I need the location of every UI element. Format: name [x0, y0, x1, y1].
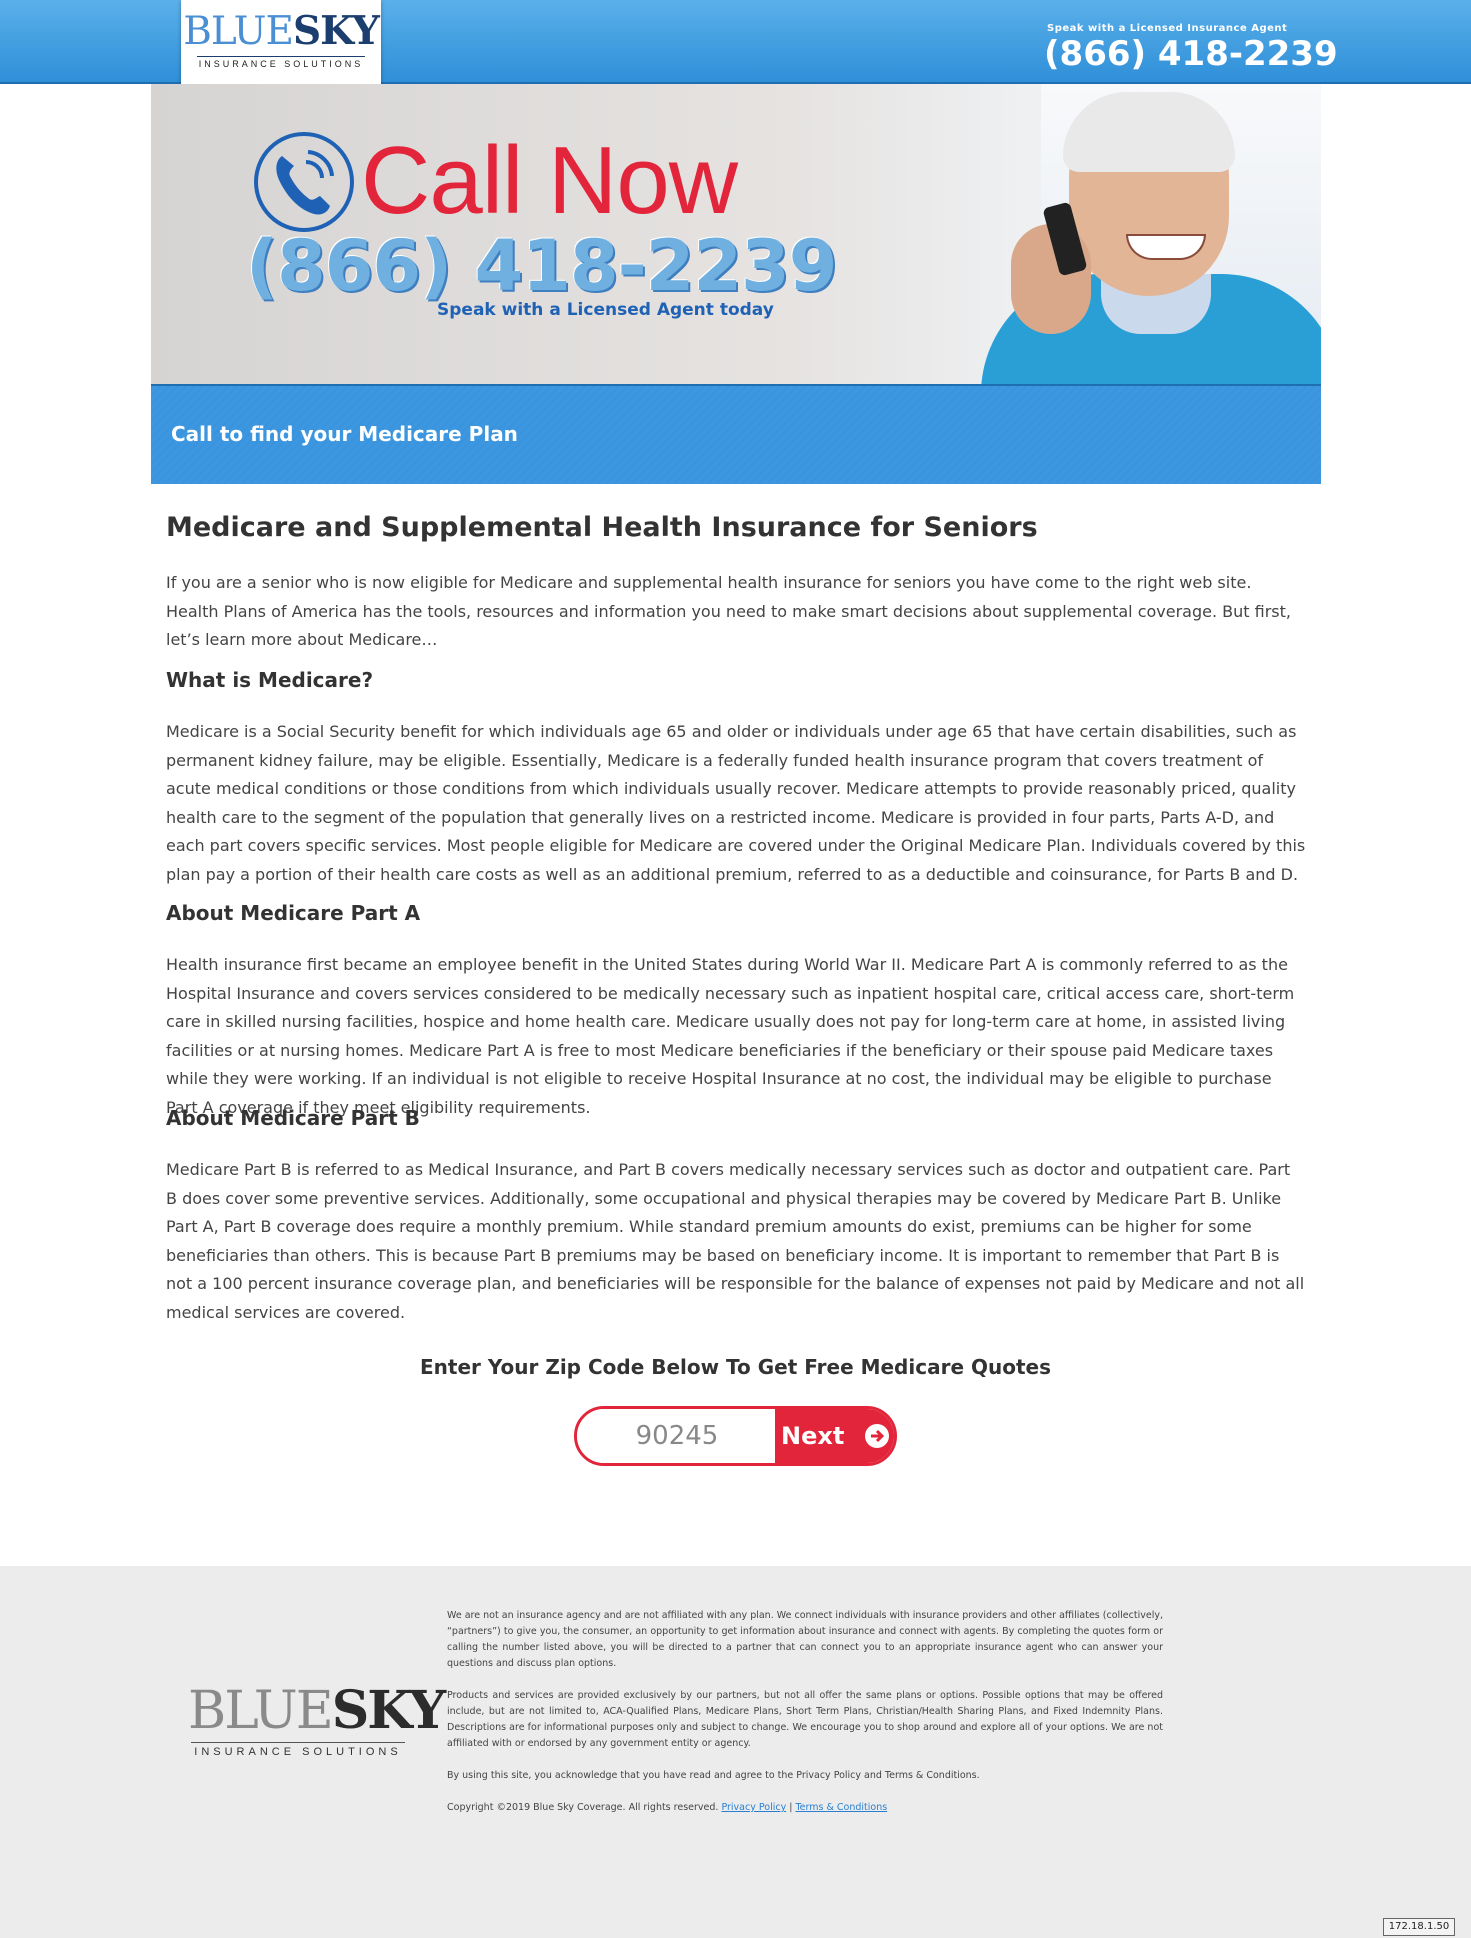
- footer-logo[interactable]: BLUESKY INSURANCE SOLUTIONS: [188, 1681, 446, 1759]
- section-heading-what-is-medicare: What is Medicare?: [166, 668, 374, 692]
- section-body-part-b: Medicare Part B is referred to as Medica…: [166, 1160, 1305, 1322]
- footer-logo-text-blue: BLUE: [188, 1681, 334, 1741]
- zip-form: Next: [574, 1406, 897, 1466]
- terms-conditions-link[interactable]: Terms & Conditions: [795, 1802, 887, 1813]
- footer-link-separator: |: [789, 1802, 793, 1813]
- next-button-label: Next: [781, 1422, 845, 1450]
- section-body-part-a: Health insurance first became an employe…: [166, 955, 1295, 1117]
- footer-logo-tagline: INSURANCE SOLUTIONS: [194, 1746, 402, 1758]
- header-phone-number[interactable]: (866) 418-2239: [1044, 34, 1338, 74]
- footer-disclaimer-1: We are not an insurance agency and are n…: [447, 1610, 1163, 1669]
- footer-copyright-line: Copyright ©2019 Blue Sky Coverage. All r…: [447, 1800, 1163, 1816]
- brand-logo[interactable]: BLUESKY INSURANCE SOLUTIONS: [181, 0, 381, 84]
- article-intro: If you are a senior who is now eligible …: [166, 573, 1291, 649]
- header-phone-label: Speak with a Licensed Insurance Agent: [1047, 23, 1288, 34]
- logo-text-sky: SKY: [292, 8, 380, 54]
- senior-on-phone-photo: [951, 84, 1321, 384]
- logo-text-blue: BLUE: [183, 9, 294, 54]
- header-bar: BLUESKY INSURANCE SOLUTIONS Speak with a…: [0, 0, 1471, 84]
- footer-disclaimer-2: Products and services are provided exclu…: [447, 1690, 1163, 1749]
- privacy-policy-link[interactable]: Privacy Policy: [721, 1802, 786, 1813]
- zip-heading: Enter Your Zip Code Below To Get Free Me…: [420, 1355, 1051, 1379]
- article-title: Medicare and Supplemental Health Insuran…: [166, 512, 1038, 543]
- section-heading-part-a: About Medicare Part A: [166, 901, 421, 925]
- logo-tagline: INSURANCE SOLUTIONS: [198, 59, 364, 69]
- arrow-right-icon: [865, 1424, 889, 1448]
- footer-disclaimer-3: By using this site, you acknowledge that…: [447, 1770, 980, 1781]
- footer-logo-text-sky: SKY: [331, 1680, 446, 1741]
- next-button[interactable]: Next: [775, 1409, 894, 1463]
- phone-icon: [254, 132, 354, 232]
- hero-subtitle: Speak with a Licensed Agent today: [437, 300, 774, 320]
- ip-address-badge: 172.18.1.50: [1383, 1918, 1455, 1936]
- footer-copyright: Copyright ©2019 Blue Sky Coverage. All r…: [447, 1802, 719, 1813]
- footer-logo-divider: [191, 1742, 405, 1743]
- footer: BLUESKY INSURANCE SOLUTIONS We are not a…: [0, 1566, 1471, 1938]
- zip-input[interactable]: [577, 1409, 777, 1463]
- hero-banner: Call Now (866) 418-2239 Speak with a Lic…: [151, 84, 1321, 384]
- cta-band: Call to find your Medicare Plan: [151, 384, 1321, 484]
- cta-band-text: Call to find your Medicare Plan: [171, 422, 518, 446]
- section-body-what-is-medicare: Medicare is a Social Security benefit fo…: [166, 722, 1306, 884]
- logo-divider: [197, 56, 365, 57]
- call-now-heading: Call Now: [361, 127, 738, 234]
- section-heading-part-b: About Medicare Part B: [166, 1106, 420, 1130]
- hero-phone-number[interactable]: (866) 418-2239: [246, 224, 837, 308]
